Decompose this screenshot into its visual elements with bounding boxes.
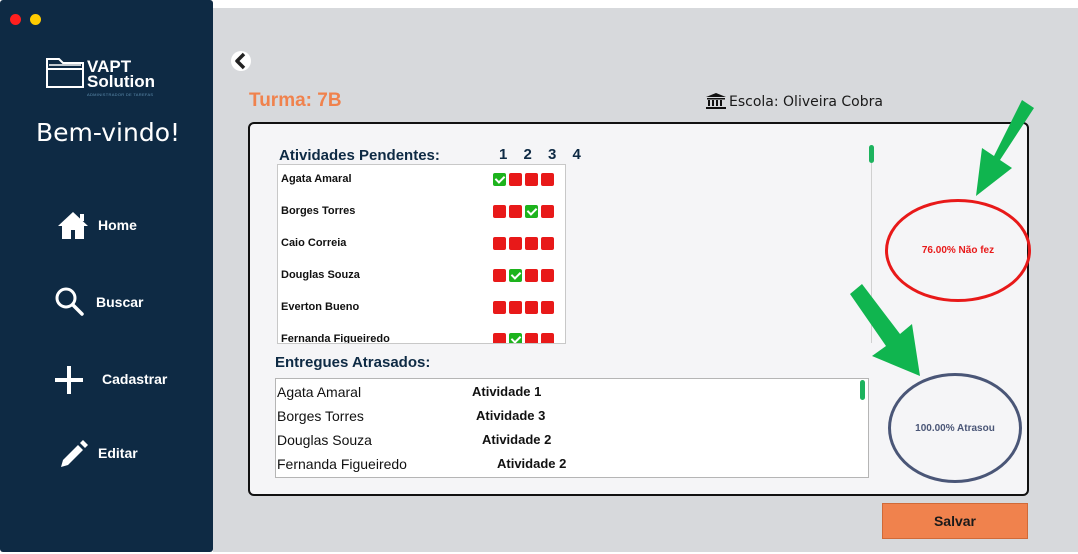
activity-numbers: 1 2 3 4 xyxy=(499,146,587,163)
sidebar: VAPT Solution ADMINISTRADOR DE TAREFAS B… xyxy=(0,0,213,552)
sidebar-item-buscar[interactable]: Buscar xyxy=(0,278,213,328)
status-box xyxy=(509,269,522,282)
list-item: Everton Bueno xyxy=(278,293,565,325)
list-item: Douglas Souza Atividade 2 xyxy=(277,432,552,448)
status-box xyxy=(541,301,554,314)
status-box xyxy=(509,173,522,186)
welcome-text: Bem-vindo! xyxy=(36,118,181,147)
school-label: Escola: Oliveira Cobra xyxy=(706,93,883,110)
minimize-window-button[interactable] xyxy=(30,14,41,25)
status-box xyxy=(525,237,538,250)
sidebar-item-label: Home xyxy=(98,217,137,233)
class-title: Turma: 7B xyxy=(249,90,342,111)
list-item: Caio Correia xyxy=(278,229,565,261)
list-item: Douglas Souza xyxy=(278,261,565,293)
status-box xyxy=(509,333,522,343)
status-box xyxy=(493,301,506,314)
sidebar-item-home[interactable]: Home xyxy=(0,200,213,250)
late-list[interactable]: Agata Amaral Atividade 1 Borges Torres A… xyxy=(275,378,869,478)
scrollbar-thumb[interactable] xyxy=(869,145,874,163)
status-box xyxy=(541,205,554,218)
status-box xyxy=(541,333,554,343)
logo-subtitle: ADMINISTRADOR DE TAREFAS xyxy=(87,92,154,97)
status-box xyxy=(493,333,506,343)
status-box xyxy=(509,205,522,218)
status-box xyxy=(525,173,538,186)
green-arrow-icon xyxy=(850,284,920,376)
status-box xyxy=(541,269,554,282)
status-box xyxy=(509,301,522,314)
list-item: Borges Torres Atividade 3 xyxy=(277,408,546,424)
list-item: Agata Amaral xyxy=(278,165,565,197)
status-box xyxy=(509,237,522,250)
status-box xyxy=(525,269,538,282)
pending-list[interactable]: Agata Amaral Borges Torres Caio Correia … xyxy=(277,164,566,344)
status-box xyxy=(525,301,538,314)
pending-title: Atividades Pendentes: xyxy=(279,147,440,164)
folder-icon xyxy=(46,58,84,88)
save-button[interactable]: Salvar xyxy=(882,503,1028,539)
list-item: Borges Torres xyxy=(278,197,565,229)
plus-icon xyxy=(55,366,83,394)
list-item: Agata Amaral Atividade 1 xyxy=(277,384,542,400)
school-building-icon xyxy=(706,93,726,109)
logo-title: VAPT Solution xyxy=(87,57,155,91)
late-title: Entregues Atrasados: xyxy=(275,354,431,371)
scrollbar-thumb[interactable] xyxy=(860,380,865,400)
pencil-icon xyxy=(61,440,88,467)
list-item: Fernanda Figueiredo xyxy=(278,325,565,343)
status-box xyxy=(525,333,538,343)
sidebar-item-label: Editar xyxy=(98,445,138,461)
status-box xyxy=(525,205,538,218)
close-window-button[interactable] xyxy=(10,14,21,25)
status-box xyxy=(493,205,506,218)
green-arrow-icon xyxy=(976,100,1034,196)
status-box xyxy=(493,173,506,186)
status-box xyxy=(541,173,554,186)
back-arrow-icon[interactable] xyxy=(230,50,254,72)
app-logo: VAPT Solution ADMINISTRADOR DE TAREFAS xyxy=(45,55,165,101)
sidebar-item-label: Buscar xyxy=(96,294,144,310)
home-icon xyxy=(58,212,88,239)
status-box xyxy=(493,269,506,282)
late-stat: 100.00% Atrasou xyxy=(888,373,1022,483)
status-box xyxy=(541,237,554,250)
status-box xyxy=(493,237,506,250)
sidebar-item-cadastrar[interactable]: Cadastrar xyxy=(0,355,213,405)
search-icon xyxy=(55,287,84,316)
sidebar-item-editar[interactable]: Editar xyxy=(0,430,213,480)
list-item: Fernanda Figueiredo Atividade 2 xyxy=(277,456,567,472)
sidebar-item-label: Cadastrar xyxy=(102,371,168,387)
